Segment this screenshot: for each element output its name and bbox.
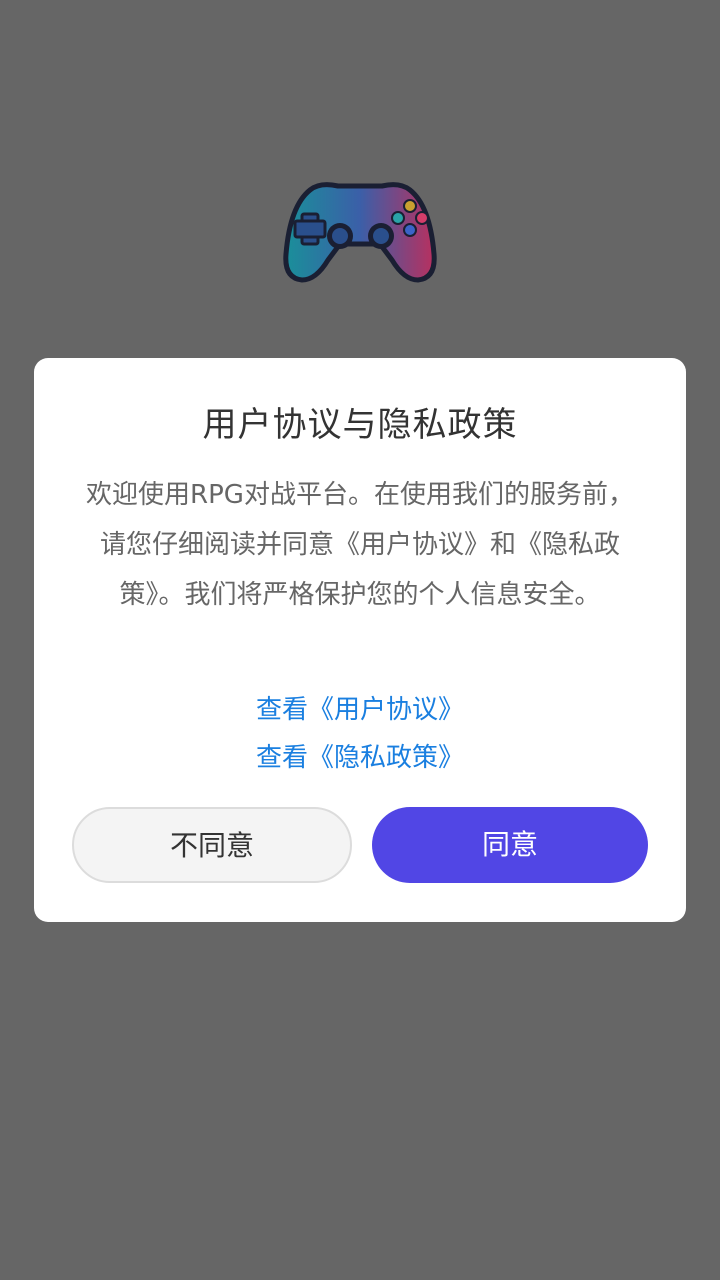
- view-user-agreement-link[interactable]: 查看《用户协议》: [34, 686, 686, 734]
- privacy-dialog: 用户协议与隐私政策 欢迎使用RPG对战平台。在使用我们的服务前，请您仔细阅读并同…: [34, 358, 686, 922]
- agreement-links: 查看《用户协议》 查看《隐私政策》: [34, 686, 686, 782]
- agree-button[interactable]: 同意: [372, 807, 648, 883]
- dialog-message: 欢迎使用RPG对战平台。在使用我们的服务前，请您仔细阅读并同意《用户协议》和《隐…: [86, 480, 634, 610]
- gamepad-icon: [280, 176, 440, 288]
- disagree-button[interactable]: 不同意: [72, 807, 352, 883]
- dialog-title: 用户协议与隐私政策: [202, 405, 518, 445]
- view-privacy-policy-link[interactable]: 查看《隐私政策》: [34, 734, 686, 782]
